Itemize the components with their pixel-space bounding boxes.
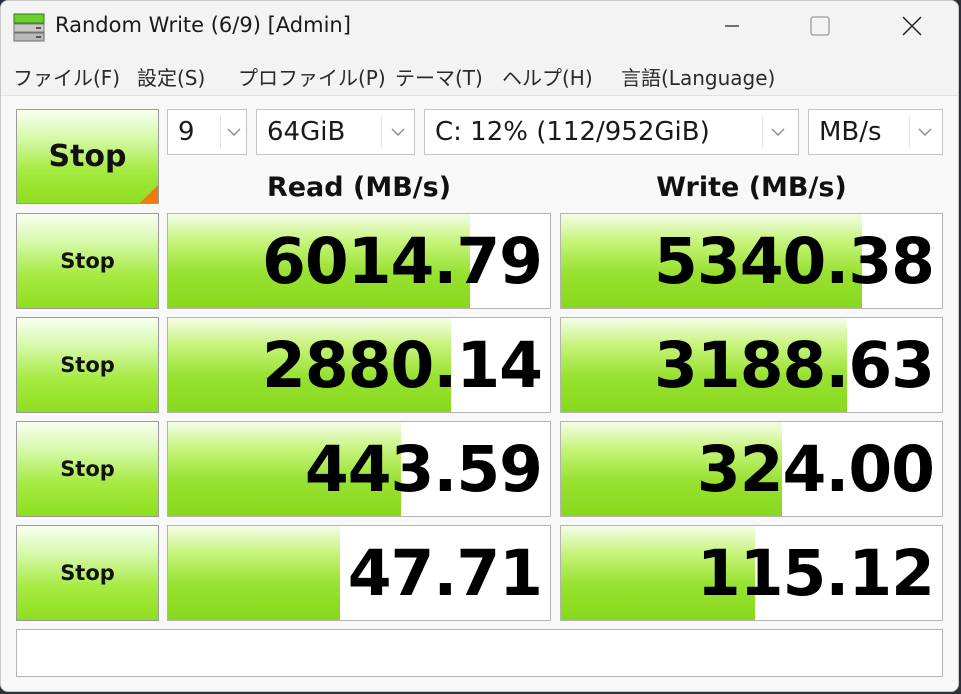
test-button-3[interactable]: Stop [16, 421, 159, 517]
read-header: Read (MB/s) [266, 172, 452, 203]
read-result-3: 443.59 [167, 421, 551, 517]
menu-bar: ファイル(F) 設定(S) プロファイル(P) テーマ(T) ヘルプ(H) 言語… [1, 53, 958, 96]
count-select[interactable]: 9 [167, 109, 247, 155]
maximize-button[interactable] [797, 1, 843, 51]
read-value-3: 443.59 [304, 433, 543, 506]
close-icon [902, 16, 922, 36]
unit-value: MB/s [819, 117, 882, 147]
write-value-2: 3188.63 [654, 329, 935, 402]
menu-help[interactable]: ヘルプ(H) [502, 62, 593, 91]
menu-language[interactable]: 言語(Language) [621, 62, 775, 91]
write-value-1: 5340.38 [654, 225, 935, 298]
write-value-3: 324.00 [696, 433, 935, 506]
read-result-4: 47.71 [167, 525, 551, 621]
write-result-2: 3188.63 [560, 317, 943, 413]
main-panel: Stop 9 64GiB C: 12% (112/952GiB) MB/s Re… [1, 96, 958, 691]
read-value-1: 6014.79 [262, 225, 543, 298]
read-value-2: 2880.14 [262, 329, 543, 402]
corner-marker [140, 185, 158, 203]
close-button[interactable] [889, 1, 935, 51]
comment-input[interactable] [16, 629, 943, 677]
test-button-label: Stop [60, 561, 115, 585]
test-button-label: Stop [60, 457, 115, 481]
title-bar: Random Write (6/9) [Admin] [1, 1, 958, 53]
window-title: Random Write (6/9) [Admin] [55, 13, 351, 37]
combo-divider [909, 116, 910, 148]
unit-select[interactable]: MB/s [808, 109, 943, 155]
test-button-1[interactable]: Stop [16, 213, 159, 309]
write-result-4: 115.12 [560, 525, 943, 621]
run-all-label: Stop [48, 139, 127, 174]
menu-file[interactable]: ファイル(F) [13, 62, 120, 91]
size-select[interactable]: 64GiB [256, 109, 415, 155]
combo-divider [381, 116, 382, 148]
test-button-2[interactable]: Stop [16, 317, 159, 413]
test-button-4[interactable]: Stop [16, 525, 159, 621]
menu-profile[interactable]: プロファイル(P) [238, 62, 386, 91]
menu-theme[interactable]: テーマ(T) [395, 62, 483, 91]
read-bar-4 [168, 526, 340, 620]
combo-divider [762, 116, 763, 148]
chevron-down-icon [227, 128, 241, 136]
write-result-1: 5340.38 [560, 213, 943, 309]
chevron-down-icon [391, 128, 405, 136]
drive-select[interactable]: C: 12% (112/952GiB) [424, 109, 799, 155]
write-value-4: 115.12 [696, 537, 935, 610]
combo-divider [220, 116, 221, 148]
minimize-icon [725, 25, 739, 27]
run-all-button[interactable]: Stop [16, 109, 159, 204]
drive-value: C: 12% (112/952GiB) [435, 117, 710, 147]
read-result-2: 2880.14 [167, 317, 551, 413]
disk-drive-icon [13, 13, 45, 42]
read-value-4: 47.71 [347, 537, 543, 610]
maximize-icon [810, 16, 830, 36]
chevron-down-icon [918, 128, 932, 136]
read-result-1: 6014.79 [167, 213, 551, 309]
chevron-down-icon [771, 128, 785, 136]
menu-settings[interactable]: 設定(S) [137, 62, 205, 91]
size-value: 64GiB [267, 117, 346, 147]
write-header: Write (MB/s) [656, 172, 847, 203]
minimize-button[interactable] [709, 1, 755, 51]
write-result-3: 324.00 [560, 421, 943, 517]
app-window: Random Write (6/9) [Admin] ファイル(F) 設定(S)… [0, 0, 959, 692]
count-value: 9 [178, 117, 195, 147]
test-button-label: Stop [60, 249, 115, 273]
test-button-label: Stop [60, 353, 115, 377]
